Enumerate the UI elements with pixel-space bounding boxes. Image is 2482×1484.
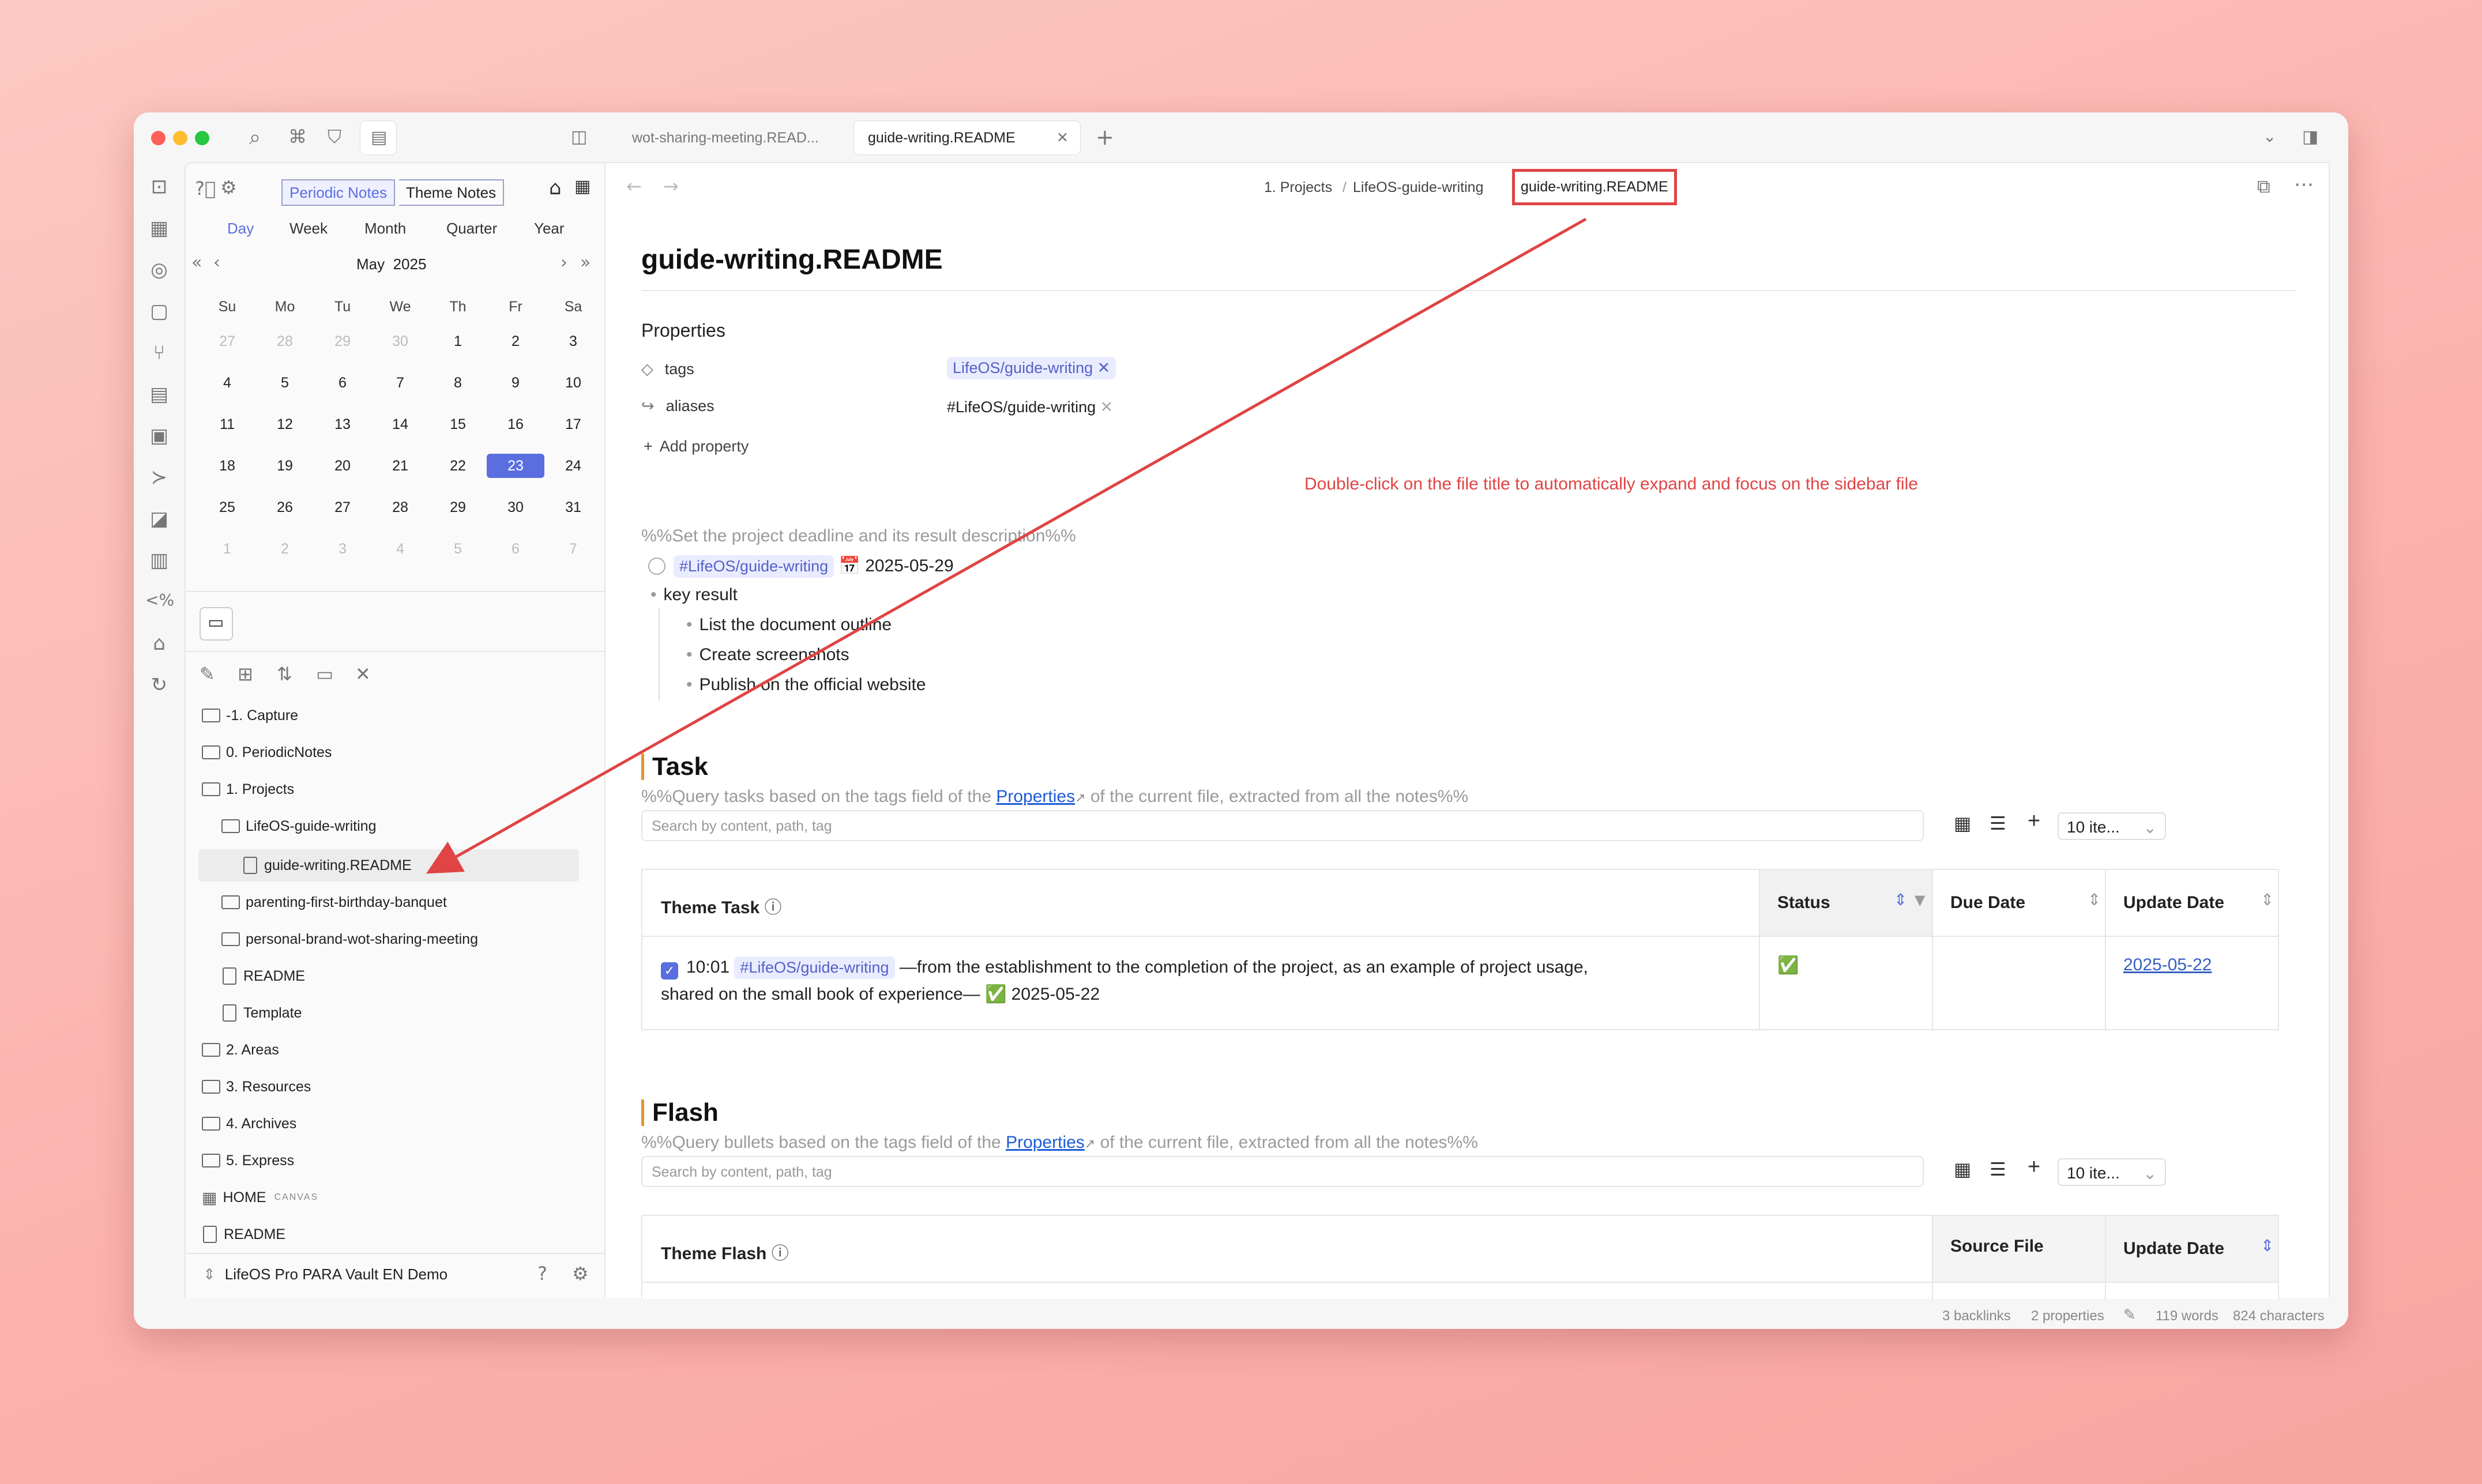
annotation-arrow (426, 217, 1587, 874)
arrow-line (426, 217, 1587, 874)
